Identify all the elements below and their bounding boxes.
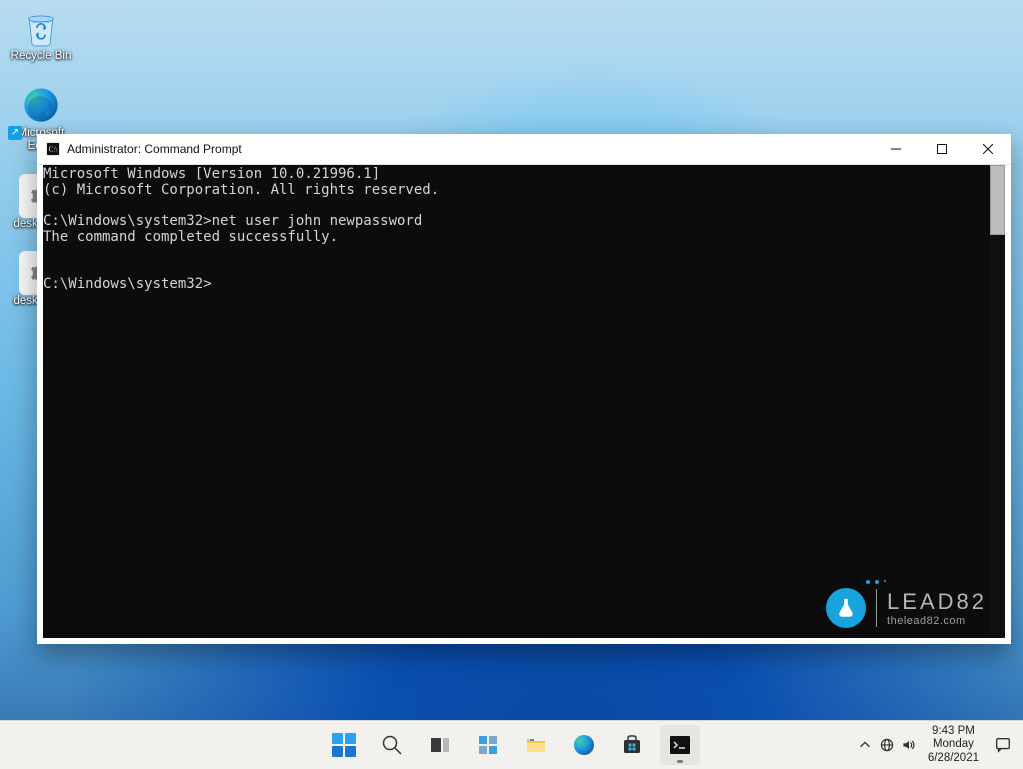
svg-text:C:\: C:\ [49, 146, 58, 154]
taskbar-cmd-button[interactable] [660, 725, 700, 765]
edge-browser-icon [19, 83, 63, 127]
globe-icon [879, 737, 895, 753]
taskbar-search-button[interactable] [372, 725, 412, 765]
desktop-icon-recycle-bin[interactable]: Recycle Bin [6, 6, 76, 63]
terminal-area[interactable]: Microsoft Windows [Version 10.0.21996.1]… [43, 165, 1005, 638]
cmd-app-icon: C:\ [45, 141, 61, 157]
windows-logo-icon [332, 733, 356, 757]
tray-notifications-button[interactable] [989, 736, 1017, 754]
command-prompt-window[interactable]: C:\ Administrator: Command Prompt Micros… [37, 134, 1011, 644]
taskbar-task-view-button[interactable] [420, 725, 460, 765]
taskbar-store-button[interactable] [612, 725, 652, 765]
terminal-scrollbar[interactable] [990, 165, 1005, 638]
terminal-output: Microsoft Windows [Version 10.0.21996.1]… [43, 165, 1005, 292]
tray-volume-button[interactable] [900, 736, 918, 754]
scrollbar-thumb[interactable] [990, 165, 1005, 235]
widgets-icon [476, 733, 500, 757]
clock-day: Monday [928, 738, 979, 751]
clock-time: 9:43 PM [928, 725, 979, 738]
clock-date: 6/28/2021 [928, 752, 979, 765]
desktop-icon-label: Recycle Bin [11, 50, 72, 63]
search-icon [380, 733, 404, 757]
taskbar-widgets-button[interactable] [468, 725, 508, 765]
cmd-app-icon [668, 733, 692, 757]
minimize-button[interactable] [873, 134, 919, 164]
microsoft-store-icon [620, 733, 644, 757]
system-tray: 9:43 PM Monday 6/28/2021 [856, 721, 1017, 769]
notification-icon [994, 736, 1012, 754]
task-view-icon [428, 733, 452, 757]
start-button[interactable] [324, 725, 364, 765]
flask-icon [826, 588, 866, 628]
watermark-brand: LEAD82 [887, 589, 987, 615]
speaker-icon [901, 737, 917, 753]
titlebar[interactable]: C:\ Administrator: Command Prompt [37, 134, 1011, 165]
taskbar-edge-button[interactable] [564, 725, 604, 765]
tray-overflow-button[interactable] [856, 736, 874, 754]
watermark-site: thelead82.com [887, 615, 987, 627]
file-explorer-icon [524, 733, 548, 757]
edge-browser-icon [572, 733, 596, 757]
taskbar-center-apps [324, 721, 700, 769]
taskbar: 9:43 PM Monday 6/28/2021 [0, 720, 1023, 769]
taskbar-clock[interactable]: 9:43 PM Monday 6/28/2021 [922, 725, 985, 765]
window-title: Administrator: Command Prompt [67, 142, 242, 156]
close-button[interactable] [965, 134, 1011, 164]
watermark: LEAD82 thelead82.com [826, 588, 987, 628]
tray-network-button[interactable] [878, 736, 896, 754]
chevron-up-icon [858, 738, 872, 752]
maximize-button[interactable] [919, 134, 965, 164]
taskbar-file-explorer-button[interactable] [516, 725, 556, 765]
recycle-bin-icon [19, 6, 63, 50]
